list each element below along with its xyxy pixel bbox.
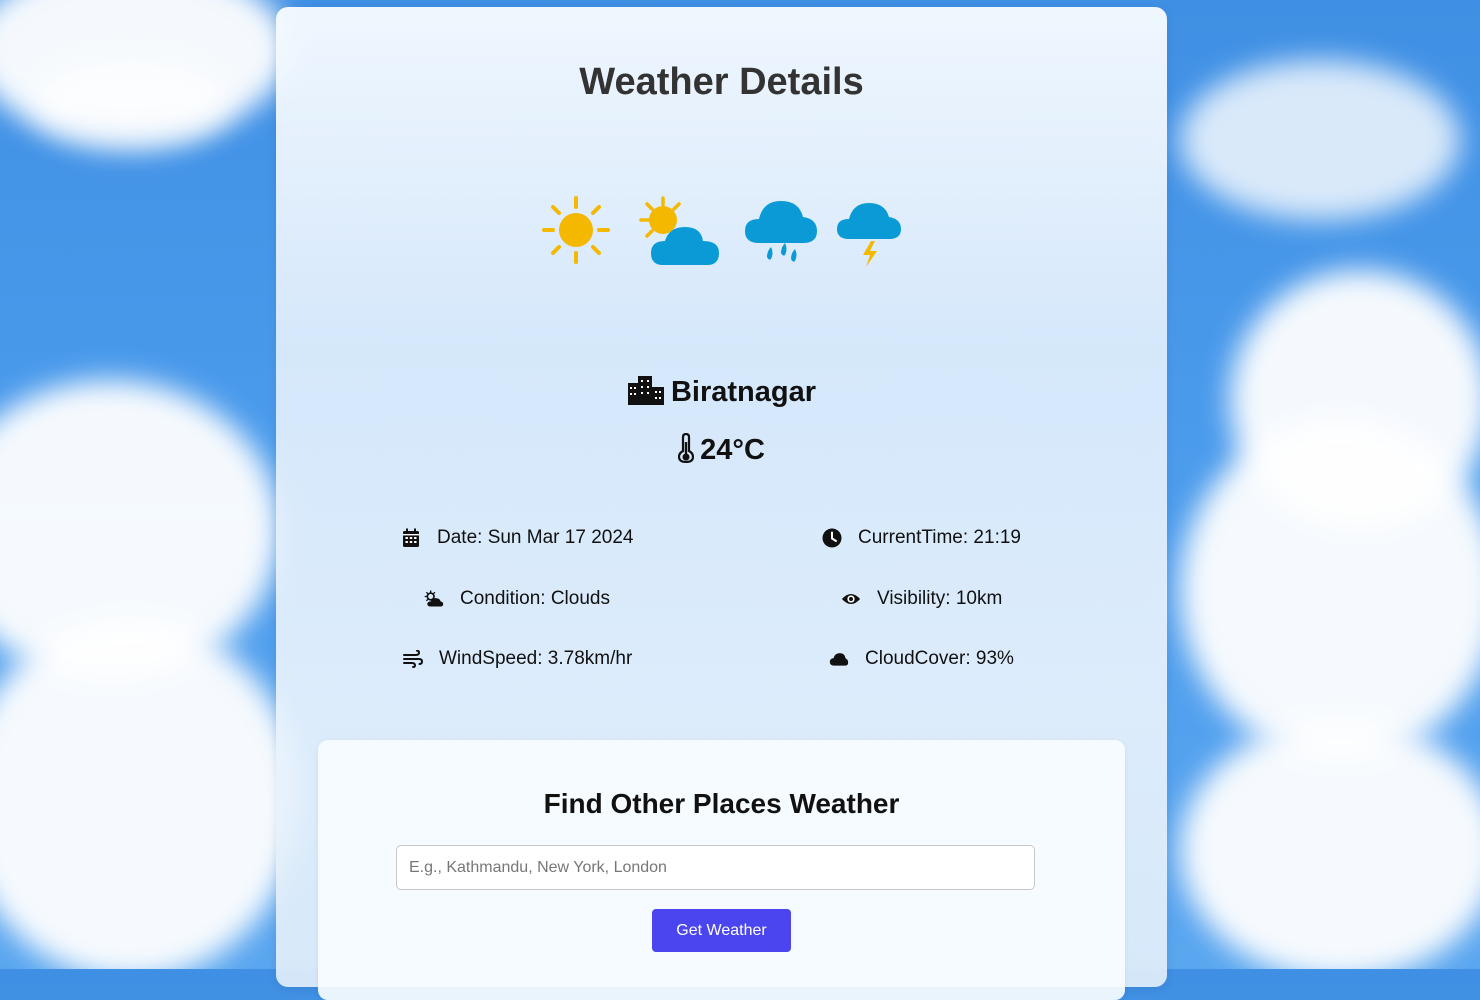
temperature-heading: 24°C [276, 432, 1167, 467]
city-heading: Biratnagar [276, 375, 1167, 409]
detail-cloud-cover: CloudCover: 93% [829, 648, 1014, 670]
eye-icon [841, 589, 861, 609]
detail-visibility: Visibility: 10km [841, 588, 1002, 610]
partly-cloudy-icon [639, 196, 719, 265]
city-icon [627, 376, 664, 405]
search-card: Find Other Places Weather Get Weather [318, 740, 1125, 1000]
visibility-text: Visibility: 10km [877, 588, 1003, 609]
thermometer-icon [677, 432, 695, 464]
wind-icon [403, 649, 423, 669]
sun-icon [542, 196, 610, 264]
cloud-sun-icon [424, 589, 444, 609]
get-weather-button[interactable]: Get Weather [652, 909, 791, 952]
condition-text: Condition: Clouds [460, 588, 610, 609]
detail-condition: Condition: Clouds [424, 588, 610, 610]
calendar-icon [401, 528, 421, 548]
detail-date: Date: Sun Mar 17 2024 [401, 527, 633, 549]
wind-text: WindSpeed: 3.78km/hr [439, 648, 633, 669]
cloud-icon [829, 649, 849, 669]
page-title: Weather Details [579, 61, 864, 103]
thunder-cloud-icon [837, 203, 901, 267]
city-name: Biratnagar [670, 376, 817, 408]
search-title: Find Other Places Weather [543, 788, 900, 819]
rain-cloud-icon [745, 201, 817, 262]
time-text: CurrentTime: 21:19 [858, 527, 1021, 548]
city-search-input[interactable] [396, 845, 1035, 890]
detail-wind: WindSpeed: 3.78km/hr [403, 648, 632, 670]
clock-icon [822, 528, 842, 548]
detail-time: CurrentTime: 21:19 [822, 527, 1021, 549]
cloud-cover-text: CloudCover: 93% [865, 648, 1014, 669]
date-text: Date: Sun Mar 17 2024 [437, 527, 634, 548]
weather-icons-row [541, 193, 906, 283]
temperature-value: 24°C [700, 434, 765, 466]
